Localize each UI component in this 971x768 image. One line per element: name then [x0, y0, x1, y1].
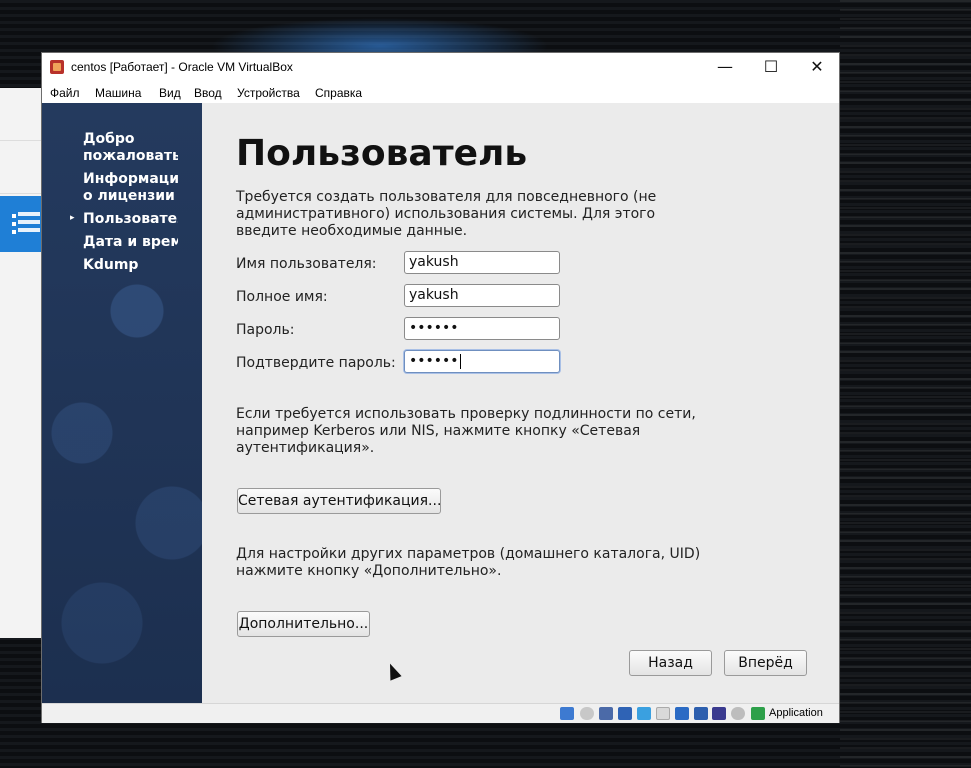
hard-disk-icon[interactable] — [560, 707, 574, 720]
display-icon[interactable] — [675, 707, 689, 720]
fullname-label: Полное имя: — [236, 289, 328, 305]
network-auth-button[interactable]: Сетевая аутентификация... — [237, 488, 441, 514]
sidebar-item-datetime[interactable]: Дата и время — [83, 234, 178, 251]
background-window[interactable] — [0, 88, 43, 638]
vm-display[interactable]: Добро пожаловать Информация о лицензии ▸… — [42, 103, 839, 703]
title-bar[interactable]: centos [Работает] - Oracle VM VirtualBox… — [42, 53, 839, 81]
back-button[interactable]: Назад — [629, 650, 712, 676]
sidebar-item-welcome[interactable]: Добро пожаловать — [83, 131, 178, 165]
shared-folders-icon[interactable] — [656, 707, 670, 720]
menu-bar: Файл Машина Вид Ввод Устройства Справка — [42, 81, 839, 103]
status-bar: Application — [42, 703, 839, 723]
password-label: Пароль: — [236, 322, 295, 338]
mouse-integration-icon[interactable] — [731, 707, 745, 720]
confirm-password-input[interactable]: •••••• — [404, 350, 560, 373]
usb-icon[interactable] — [637, 707, 651, 720]
background-window-list-icon[interactable] — [0, 196, 42, 252]
close-button[interactable]: ✕ — [794, 53, 840, 81]
maximize-button[interactable]: ☐ — [748, 53, 794, 81]
fullname-input[interactable]: yakush — [404, 284, 560, 307]
network-auth-text: Если требуется использовать проверку под… — [236, 406, 696, 456]
window-title: centos [Работает] - Oracle VM VirtualBox — [71, 60, 293, 74]
keyboard-icon[interactable] — [751, 707, 765, 720]
menu-machine[interactable]: Машина — [95, 86, 141, 100]
confirm-password-label: Подтвердите пароль: — [236, 355, 396, 371]
active-marker-icon: ▸ — [70, 213, 75, 223]
advanced-button[interactable]: Дополнительно... — [237, 611, 370, 637]
optical-disk-icon[interactable] — [580, 707, 594, 720]
page-title: Пользователь — [236, 133, 528, 174]
menu-input[interactable]: Ввод — [194, 86, 222, 100]
intro-text: Требуется создать пользователя для повсе… — [236, 189, 657, 239]
network-icon[interactable] — [618, 707, 632, 720]
menu-devices[interactable]: Устройства — [237, 86, 300, 100]
background-window-divider — [0, 140, 42, 141]
confirm-password-value: •••••• — [409, 353, 459, 369]
desktop-wallpaper-stripes — [840, 0, 971, 768]
audio-icon[interactable] — [599, 707, 613, 720]
virtualbox-window[interactable]: centos [Работает] - Oracle VM VirtualBox… — [41, 52, 840, 723]
menu-help[interactable]: Справка — [315, 86, 362, 100]
advanced-text: Для настройки других параметров (домашне… — [236, 546, 701, 579]
minimize-button[interactable]: — — [702, 53, 748, 81]
host-key-label: Application — [769, 707, 823, 719]
menu-file[interactable]: Файл — [50, 86, 80, 100]
text-caret — [459, 353, 461, 369]
forward-button[interactable]: Вперёд — [724, 650, 807, 676]
menu-view[interactable]: Вид — [159, 86, 181, 100]
installer-sidebar: Добро пожаловать Информация о лицензии ▸… — [42, 103, 202, 703]
sidebar-item-user[interactable]: Пользователь — [83, 211, 178, 228]
user-setup-panel: Пользователь Требуется создать пользоват… — [202, 103, 839, 703]
password-input[interactable]: •••••• — [404, 317, 560, 340]
virtualbox-app-icon — [50, 60, 64, 74]
list-bullets-icon — [12, 214, 16, 234]
username-input[interactable]: yakush — [404, 251, 560, 274]
sidebar-item-license[interactable]: Информация о лицензии — [83, 171, 178, 205]
list-lines-icon — [18, 212, 40, 236]
username-label: Имя пользователя: — [236, 256, 377, 272]
background-window-divider — [0, 193, 42, 194]
cpu-icon[interactable] — [712, 707, 726, 720]
video-capture-icon[interactable] — [694, 707, 708, 720]
sidebar-item-kdump[interactable]: Kdump — [83, 257, 178, 274]
